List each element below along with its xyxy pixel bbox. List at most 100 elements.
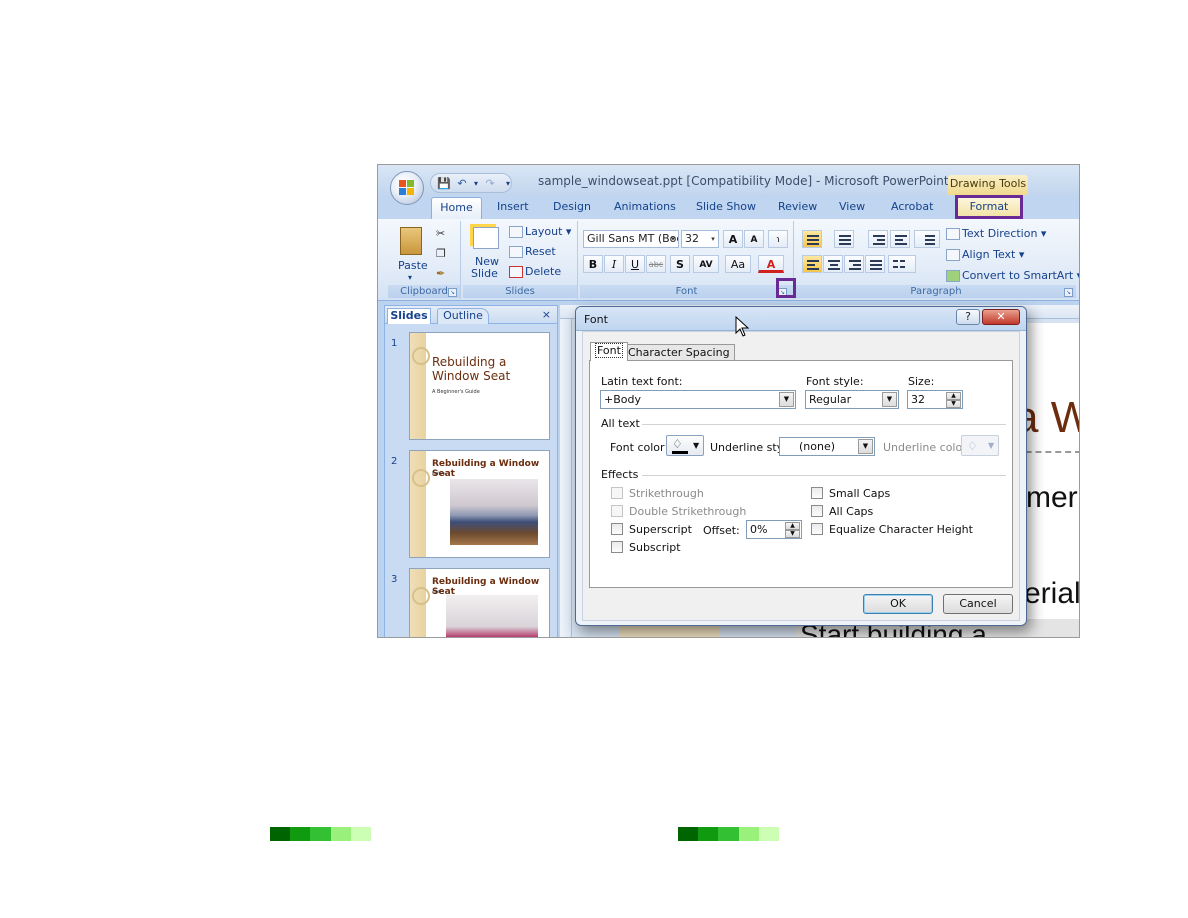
paragraph-launcher-icon[interactable]: ↘ <box>1064 288 1073 297</box>
clear-formatting-icon[interactable]: ℩ <box>768 230 788 248</box>
strikethrough-label: Strikethrough <box>629 487 704 500</box>
clipboard-launcher-icon[interactable]: ↘ <box>448 288 457 297</box>
font-style-select[interactable]: Regular ▼ <box>805 390 899 409</box>
format-painter-icon[interactable]: ✒ <box>436 267 445 280</box>
new-slide-button-line2[interactable]: Slide <box>471 267 498 280</box>
chevron-down-icon[interactable]: ▼ <box>882 392 897 407</box>
line-spacing-button[interactable] <box>914 230 940 248</box>
align-left-button[interactable] <box>802 255 822 273</box>
small-caps-checkbox[interactable] <box>811 487 823 499</box>
decrease-indent-button[interactable] <box>868 230 888 248</box>
underline-style-select[interactable]: (none) ▼ <box>779 437 875 456</box>
slide-thumbnail[interactable]: Rebuilding a Window Seat Before <box>409 450 550 558</box>
tab-character-spacing[interactable]: Character Spacing <box>623 344 735 361</box>
chevron-down-icon[interactable]: ▼ <box>779 392 794 407</box>
slide-number: 3 <box>391 574 398 585</box>
tab-slide-show[interactable]: Slide Show <box>696 200 756 213</box>
tab-design[interactable]: Design <box>553 200 591 213</box>
effects-label: Effects <box>601 468 639 481</box>
align-text-button[interactable]: Align Text ▾ <box>946 248 1024 261</box>
shadow-button[interactable]: S <box>670 255 690 273</box>
font-size-box[interactable]: 32 ▾ <box>681 230 719 248</box>
numbering-button[interactable] <box>834 230 854 248</box>
italic-button[interactable]: I <box>604 255 624 273</box>
close-button[interactable]: ✕ <box>982 309 1020 325</box>
save-icon[interactable]: 💾 <box>437 177 451 190</box>
spin-up-icon[interactable]: ▲ <box>785 522 800 530</box>
ok-button[interactable]: OK <box>863 594 933 614</box>
tab-view[interactable]: View <box>839 200 865 213</box>
color-swatch <box>672 451 688 454</box>
tab-insert[interactable]: Insert <box>497 200 529 213</box>
undo-dropdown-icon[interactable]: ▾ <box>469 177 483 190</box>
equalize-height-checkbox[interactable] <box>811 523 823 535</box>
underline-button[interactable]: U <box>625 255 645 273</box>
tab-font[interactable]: Font <box>590 342 628 361</box>
convert-smartart-button[interactable]: Convert to SmartArt ▾ <box>946 269 1079 282</box>
redo-icon[interactable]: ↷ <box>483 177 497 190</box>
undo-icon[interactable]: ↶ <box>455 177 469 190</box>
strikethrough-checkbox[interactable] <box>611 487 623 499</box>
spin-up-icon[interactable]: ▲ <box>946 392 961 400</box>
slide-thumbnail[interactable]: Rebuilding a Window Seat A Beginner's Gu… <box>409 332 550 440</box>
justify-button[interactable] <box>865 255 885 273</box>
double-strikethrough-checkbox[interactable] <box>611 505 623 517</box>
slide-title: Rebuilding a Window Seat <box>432 459 540 479</box>
slide-thumbnail[interactable]: Rebuilding a Window Seat After <box>409 568 550 637</box>
divider <box>642 475 1006 476</box>
swirl-icon <box>412 469 430 487</box>
chevron-down-icon[interactable]: ▼ <box>858 439 873 454</box>
cancel-button[interactable]: Cancel <box>943 594 1013 614</box>
smartart-icon <box>946 270 960 282</box>
strikethrough-button[interactable]: abc <box>646 255 666 273</box>
underline-color-button[interactable]: ♢ ▼ <box>961 435 999 456</box>
delete-button[interactable]: Delete <box>509 265 561 278</box>
help-button[interactable]: ? <box>956 309 980 325</box>
paste-button[interactable]: Paste <box>398 259 428 272</box>
tab-acrobat[interactable]: Acrobat <box>891 200 933 213</box>
bold-button[interactable]: B <box>583 255 603 273</box>
slide-number: 2 <box>391 456 398 467</box>
tab-format[interactable]: Format <box>955 195 1023 219</box>
font-color-button[interactable]: ♢ ▼ <box>666 435 704 456</box>
reset-button[interactable]: Reset <box>509 245 556 258</box>
layout-button[interactable]: Layout ▾ <box>509 225 571 238</box>
offset-spinner[interactable]: 0% ▲ ▼ <box>746 520 802 539</box>
align-right-button[interactable] <box>844 255 864 273</box>
tab-home[interactable]: Home <box>431 197 482 219</box>
spin-down-icon[interactable]: ▼ <box>785 530 800 538</box>
font-color-button[interactable]: A <box>758 255 784 273</box>
spin-down-icon[interactable]: ▼ <box>946 400 961 408</box>
subscript-checkbox[interactable] <box>611 541 623 553</box>
superscript-checkbox[interactable] <box>611 523 623 535</box>
columns-button[interactable] <box>888 255 916 273</box>
grow-font-button[interactable]: A <box>723 230 743 248</box>
close-icon[interactable]: × <box>542 308 551 321</box>
bullets-button[interactable] <box>802 230 822 248</box>
all-caps-checkbox[interactable] <box>811 505 823 517</box>
paste-dropdown-icon[interactable]: ▾ <box>408 273 412 282</box>
increase-indent-button[interactable] <box>890 230 910 248</box>
cut-icon[interactable]: ✂ <box>436 227 445 240</box>
paragraph-label: Paragraph <box>796 285 1076 298</box>
latin-font-select[interactable]: +Body ▼ <box>600 390 796 409</box>
tab-outline[interactable]: Outline <box>437 308 489 324</box>
office-button[interactable] <box>390 171 424 205</box>
paste-icon <box>400 227 422 255</box>
font-name-dropdown-icon[interactable]: ▾ <box>668 231 678 247</box>
tab-animations[interactable]: Animations <box>614 200 676 213</box>
character-spacing-button[interactable]: AV <box>693 255 719 273</box>
align-center-button[interactable] <box>823 255 843 273</box>
size-spinner[interactable]: 32 ▲ ▼ <box>907 390 963 409</box>
slides-pane: Slides Outline × 1 Rebuilding a Window S… <box>384 305 558 637</box>
tab-slides[interactable]: Slides <box>387 308 431 324</box>
font-size-dropdown-icon[interactable]: ▾ <box>708 231 718 247</box>
color-bar-left <box>270 827 372 841</box>
shrink-font-button[interactable]: A <box>744 230 764 248</box>
change-case-button[interactable]: Aa <box>725 255 751 273</box>
tab-review[interactable]: Review <box>778 200 817 213</box>
customize-qat-icon[interactable]: ▾ <box>501 177 515 190</box>
copy-icon[interactable]: ❐ <box>436 247 446 260</box>
font-name-box[interactable]: Gill Sans MT (Boc ▾ <box>583 230 679 248</box>
text-direction-button[interactable]: Text Direction ▾ <box>946 227 1046 240</box>
